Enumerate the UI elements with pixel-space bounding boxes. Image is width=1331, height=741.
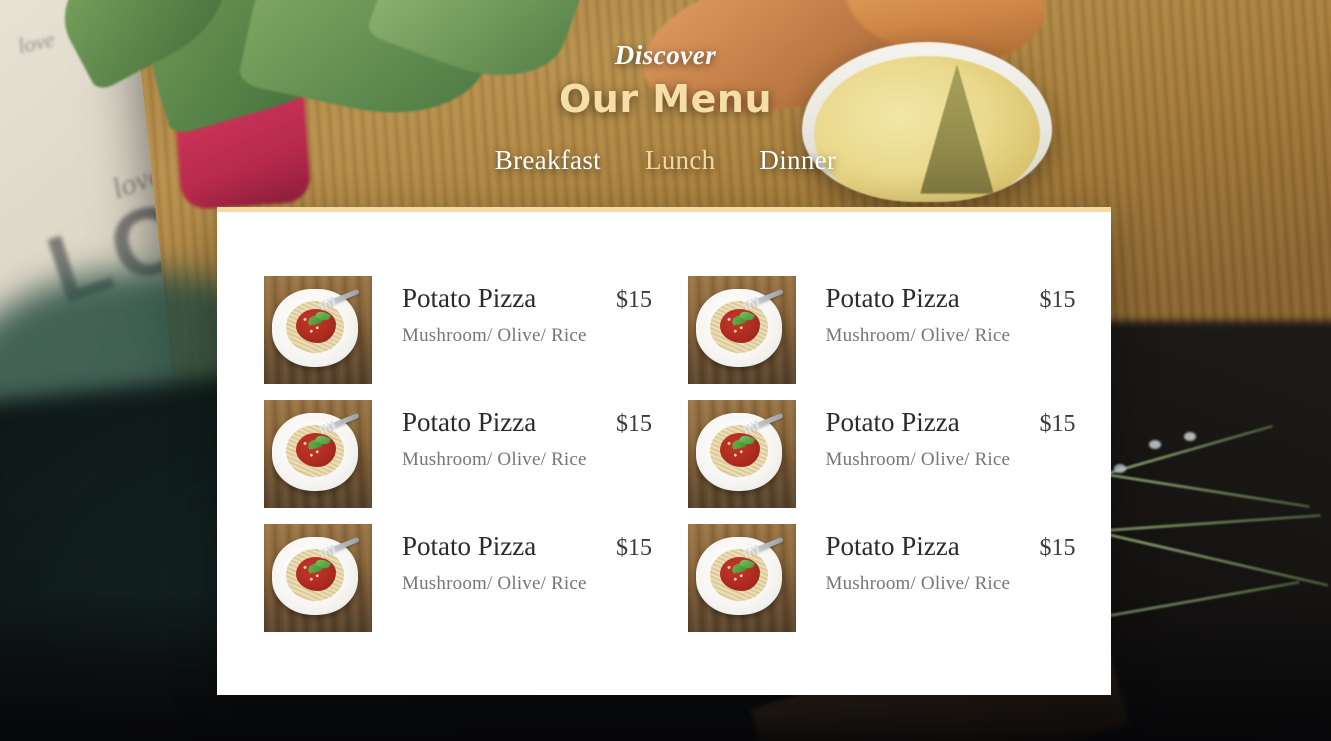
dish-name: Potato Pizza bbox=[825, 531, 960, 561]
dish-thumbnail[interactable] bbox=[687, 276, 796, 384]
dish-description: Mushroom/ Olive/ Rice bbox=[402, 573, 587, 594]
dish-price: $15 bbox=[616, 287, 652, 313]
dish-name: Potato Pizza bbox=[402, 283, 537, 313]
menu-item-header: Potato Pizza $15 bbox=[402, 407, 680, 438]
thumbnail-plate bbox=[695, 288, 784, 367]
menu-page: LOVE love love love LOVE LOVE bbox=[0, 0, 1331, 741]
menu-item-body: Potato Pizza $15 Mushroom/ Olive/ Rice bbox=[372, 276, 680, 347]
dish-description: Mushroom/ Olive/ Rice bbox=[402, 449, 587, 470]
thumbnail-plate bbox=[272, 288, 360, 367]
dish-name: Potato Pizza bbox=[825, 407, 960, 437]
dish-price: $15 bbox=[1039, 411, 1076, 437]
page-eyebrow: Discover bbox=[614, 40, 717, 70]
menu-tabs: Breakfast Lunch Dinner bbox=[0, 145, 1331, 176]
thumbnail-plate bbox=[695, 536, 784, 615]
dish-thumbnail[interactable] bbox=[264, 276, 372, 384]
menu-item-body: Potato Pizza $15 Mushroom/ Olive/ Rice bbox=[796, 400, 1104, 471]
tab-breakfast[interactable]: Breakfast bbox=[495, 145, 601, 176]
dish-price: $15 bbox=[1039, 287, 1076, 313]
menu-card: Potato Pizza $15 Mushroom/ Olive/ Rice P… bbox=[217, 207, 1111, 695]
thumbnail-plate bbox=[272, 536, 360, 615]
dish-price: $15 bbox=[616, 535, 652, 561]
menu-item[interactable]: Potato Pizza $15 Mushroom/ Olive/ Rice bbox=[687, 400, 1104, 508]
dish-description: Mushroom/ Olive/ Rice bbox=[825, 325, 1011, 346]
menu-item-header: Potato Pizza $15 bbox=[825, 531, 1104, 562]
menu-header: Discover Our Menu Breakfast Lunch Dinner bbox=[0, 0, 1331, 192]
dish-description: Mushroom/ Olive/ Rice bbox=[402, 325, 587, 346]
menu-item-body: Potato Pizza $15 Mushroom/ Olive/ Rice bbox=[796, 524, 1104, 595]
dish-description: Mushroom/ Olive/ Rice bbox=[825, 449, 1011, 470]
dish-thumbnail[interactable] bbox=[264, 524, 372, 632]
menu-item-header: Potato Pizza $15 bbox=[402, 283, 680, 314]
menu-item-body: Potato Pizza $15 Mushroom/ Olive/ Rice bbox=[372, 400, 680, 471]
tab-lunch[interactable]: Lunch bbox=[645, 145, 715, 176]
dish-price: $15 bbox=[1039, 535, 1076, 561]
thumbnail-plate bbox=[272, 412, 360, 491]
tab-dinner[interactable]: Dinner bbox=[759, 145, 836, 176]
menu-item-header: Potato Pizza $15 bbox=[402, 531, 680, 562]
page-title: Our Menu bbox=[558, 77, 773, 121]
dish-name: Potato Pizza bbox=[402, 531, 537, 561]
menu-item[interactable]: Potato Pizza $15 Mushroom/ Olive/ Rice bbox=[264, 400, 680, 508]
background-herb-bud bbox=[1149, 440, 1161, 449]
dish-thumbnail[interactable] bbox=[264, 400, 372, 508]
dish-name: Potato Pizza bbox=[402, 407, 537, 437]
dish-name: Potato Pizza bbox=[825, 283, 960, 313]
background-herb-bud bbox=[1114, 464, 1126, 473]
menu-item[interactable]: Potato Pizza $15 Mushroom/ Olive/ Rice bbox=[264, 276, 680, 384]
dish-description: Mushroom/ Olive/ Rice bbox=[825, 573, 1011, 594]
menu-item-header: Potato Pizza $15 bbox=[825, 283, 1104, 314]
dish-price: $15 bbox=[616, 411, 652, 437]
menu-item-body: Potato Pizza $15 Mushroom/ Olive/ Rice bbox=[372, 524, 680, 595]
menu-item[interactable]: Potato Pizza $15 Mushroom/ Olive/ Rice bbox=[264, 524, 680, 632]
dish-thumbnail[interactable] bbox=[687, 400, 796, 508]
dish-thumbnail[interactable] bbox=[687, 524, 796, 632]
menu-item-body: Potato Pizza $15 Mushroom/ Olive/ Rice bbox=[796, 276, 1104, 347]
menu-item[interactable]: Potato Pizza $15 Mushroom/ Olive/ Rice bbox=[687, 276, 1104, 384]
thumbnail-plate bbox=[695, 412, 784, 491]
menu-item[interactable]: Potato Pizza $15 Mushroom/ Olive/ Rice bbox=[687, 524, 1104, 632]
background-herb-bud bbox=[1184, 432, 1196, 441]
menu-grid: Potato Pizza $15 Mushroom/ Olive/ Rice P… bbox=[217, 212, 1111, 632]
menu-item-header: Potato Pizza $15 bbox=[825, 407, 1104, 438]
